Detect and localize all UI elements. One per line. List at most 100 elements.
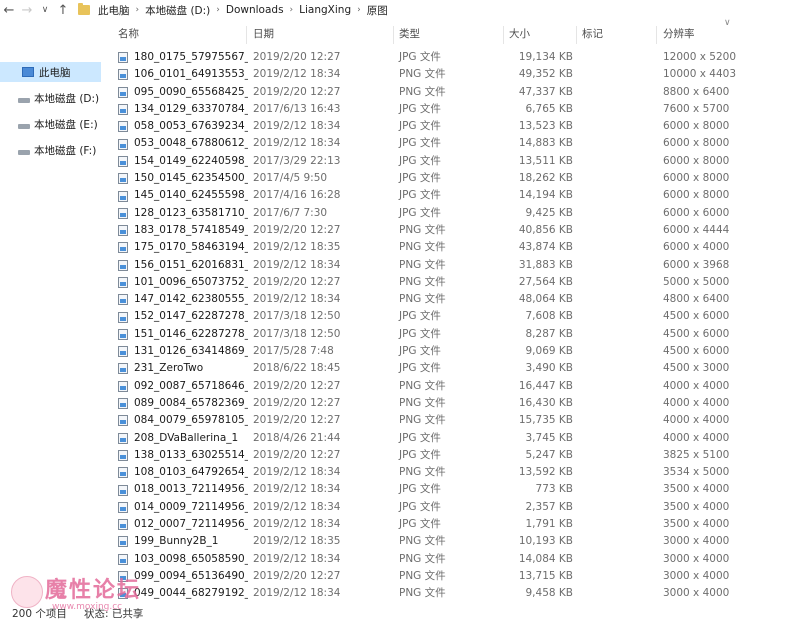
breadcrumb-separator[interactable]: › <box>290 5 294 15</box>
file-size: 27,564 KB <box>518 275 573 288</box>
sidebar-item-drive-f[interactable]: 本地磁盘 (F:) <box>18 140 96 160</box>
file-row[interactable]: 012_0007_72114956_ 2019/2/12 18:34 JPG 文件 1… <box>108 516 800 533</box>
file-row[interactable]: 106_0101_64913553_ 2019/2/12 18:34 PNG 文件 4… <box>108 66 800 83</box>
column-divider[interactable] <box>393 26 394 44</box>
file-row[interactable]: 138_0133_63025514_ 2019/2/20 12:27 JPG 文件 5… <box>108 447 800 464</box>
file-size: 13,523 KB <box>518 120 573 133</box>
column-header-date[interactable]: 日期 <box>253 26 274 42</box>
file-row[interactable]: 156_0151_62016831_ 2019/2/12 18:34 PNG 文件 3… <box>108 257 800 274</box>
breadcrumb-separator[interactable]: › <box>357 5 361 15</box>
file-name: 101_0096_65073752_ <box>134 275 248 288</box>
file-row[interactable]: 154_0149_62240598_ 2017/3/29 22:13 JPG 文件 1… <box>108 153 800 170</box>
file-row[interactable]: 101_0096_65073752_ 2019/2/20 12:27 PNG 文件 2… <box>108 274 800 291</box>
file-name-cell: 108_0103_64792654_ <box>118 464 248 481</box>
file-row[interactable]: 152_0147_62287278_ 2017/3/18 12:50 JPG 文件 7… <box>108 308 800 325</box>
file-row[interactable]: 180_0175_57975567_ 2019/2/20 12:27 JPG 文件 1… <box>108 49 800 66</box>
file-row[interactable]: 049_0044_68279192_ 2019/2/12 18:34 PNG 文件 9… <box>108 585 800 602</box>
sidebar-item-drive-d[interactable]: 本地磁盘 (D:) <box>18 88 99 108</box>
column-divider[interactable] <box>576 26 577 44</box>
file-row[interactable]: 103_0098_65058590_ 2019/2/12 18:34 PNG 文件 1… <box>108 551 800 568</box>
column-header-resolution[interactable]: 分辨率 <box>663 26 695 42</box>
back-arrow-icon: ← <box>3 2 15 18</box>
file-type: JPG 文件 <box>399 310 441 323</box>
column-header-size[interactable]: 大小 <box>509 26 530 42</box>
breadcrumb-item[interactable]: LiangXing <box>299 4 351 16</box>
file-row[interactable]: 084_0079_65978105_ 2019/2/20 12:27 PNG 文件 1… <box>108 412 800 429</box>
image-file-icon <box>118 294 128 306</box>
file-type: JPG 文件 <box>399 172 441 185</box>
sidebar-item-label: 本地磁盘 (F:) <box>34 144 97 157</box>
file-row[interactable]: 095_0090_65568425_ 2019/2/20 12:27 PNG 文件 4… <box>108 84 800 101</box>
drive-icon <box>18 97 30 103</box>
file-row[interactable]: 058_0053_67639234_ 2019/2/12 18:34 JPG 文件 1… <box>108 118 800 135</box>
up-button[interactable]: ↑ <box>54 1 72 19</box>
file-resolution: 6000 x 8000 <box>663 189 730 202</box>
file-row[interactable]: 231_ZeroTwo 2018/6/22 18:45 JPG 文件 3,490 KB… <box>108 360 800 377</box>
file-row[interactable]: 128_0123_63581710_ 2017/6/7 7:30 JPG 文件 9,4… <box>108 205 800 222</box>
breadcrumb-item[interactable]: 原图 <box>367 3 388 18</box>
column-divider[interactable] <box>246 26 247 44</box>
file-name: 084_0079_65978105_ <box>134 414 248 427</box>
file-row[interactable]: 099_0094_65136490_ 2019/2/20 12:27 PNG 文件 1… <box>108 568 800 585</box>
breadcrumb-item[interactable]: 本地磁盘 (D:) <box>145 3 210 18</box>
breadcrumb-separator[interactable]: › <box>216 5 220 15</box>
file-row[interactable]: 150_0145_62354500_ 2017/4/5 9:50 JPG 文件 18,… <box>108 170 800 187</box>
forward-button[interactable]: → <box>18 1 36 19</box>
file-size: 19,134 KB <box>518 51 573 63</box>
breadcrumb-item[interactable]: 此电脑 <box>98 3 130 18</box>
file-name-cell: 175_0170_58463194_ <box>118 239 248 256</box>
file-name: 145_0140_62455598_ <box>134 189 248 202</box>
file-list: 180_0175_57975567_ 2019/2/20 12:27 JPG 文件 1… <box>108 49 800 603</box>
file-row[interactable]: 147_0142_62380555_ 2019/2/12 18:34 PNG 文件 4… <box>108 291 800 308</box>
file-resolution: 4500 x 6000 <box>663 310 730 323</box>
file-row[interactable]: 053_0048_67880612_ 2019/2/12 18:34 JPG 文件 1… <box>108 135 800 152</box>
file-row[interactable]: 089_0084_65782369_ 2019/2/20 12:27 PNG 文件 1… <box>108 395 800 412</box>
recent-locations-button[interactable]: ∨ <box>36 1 54 19</box>
file-date: 2019/2/12 18:34 <box>253 137 341 150</box>
breadcrumb-separator[interactable]: › <box>136 5 140 15</box>
file-name: 108_0103_64792654_ <box>134 466 248 479</box>
file-resolution: 4500 x 6000 <box>663 327 730 340</box>
file-resolution: 6000 x 8000 <box>663 120 730 133</box>
navigation-pane: 此电脑 本地磁盘 (D:) 本地磁盘 (E:) 本地磁盘 (F:) <box>0 20 101 605</box>
file-name: 095_0090_65568425_ <box>134 85 248 98</box>
file-name: 106_0101_64913553_ <box>134 68 248 81</box>
file-name: 053_0048_67880612_ <box>134 137 248 150</box>
file-size: 15,735 KB <box>518 414 573 427</box>
file-name: 152_0147_62287278_ <box>134 310 248 323</box>
file-name-cell: 147_0142_62380555_ <box>118 291 248 308</box>
file-row[interactable]: 018_0013_72114956_ 2019/2/12 18:34 JPG 文件 7… <box>108 481 800 498</box>
file-date: 2017/6/13 16:43 <box>253 102 341 115</box>
forward-arrow-icon: → <box>21 2 33 18</box>
column-divider[interactable] <box>656 26 657 44</box>
file-row[interactable]: 131_0126_63414869_ 2017/5/28 7:48 JPG 文件 9,… <box>108 343 800 360</box>
image-file-icon <box>118 225 128 237</box>
file-row[interactable]: 151_0146_62287278_ 2017/3/18 12:50 JPG 文件 8… <box>108 326 800 343</box>
breadcrumb-item[interactable]: Downloads <box>226 4 284 16</box>
file-row[interactable]: 134_0129_63370784_ 2017/6/13 16:43 JPG 文件 6… <box>108 101 800 118</box>
file-date: 2019/2/12 18:34 <box>253 466 341 479</box>
file-name: 156_0151_62016831_ <box>134 258 248 271</box>
image-file-icon <box>118 259 128 271</box>
column-header-tag[interactable]: 标记 <box>582 26 603 42</box>
image-file-icon <box>118 328 128 340</box>
file-row[interactable]: 145_0140_62455598_ 2017/4/16 16:28 JPG 文件 1… <box>108 187 800 204</box>
file-row[interactable]: 175_0170_58463194_ 2019/2/12 18:35 PNG 文件 4… <box>108 239 800 256</box>
sidebar-item-this-pc[interactable]: 此电脑 <box>0 62 101 82</box>
sidebar-item-drive-e[interactable]: 本地磁盘 (E:) <box>18 114 98 134</box>
file-resolution: 4000 x 4000 <box>663 431 730 444</box>
file-row[interactable]: 108_0103_64792654_ 2019/2/12 18:34 PNG 文件 1… <box>108 464 800 481</box>
column-header-name[interactable]: 名称 <box>118 26 139 42</box>
column-header-type[interactable]: 类型 <box>399 26 420 42</box>
file-size: 14,194 KB <box>518 189 573 202</box>
file-size: 13,592 KB <box>518 466 573 479</box>
file-row[interactable]: 183_0178_57418549_ 2019/2/20 12:27 PNG 文件 4… <box>108 222 800 239</box>
file-row[interactable]: 208_DVaBallerina_1 2018/4/26 21:44 JPG 文件 3… <box>108 430 800 447</box>
column-divider[interactable] <box>503 26 504 44</box>
file-row[interactable]: 092_0087_65718646_ 2019/2/20 12:27 PNG 文件 1… <box>108 378 800 395</box>
file-row[interactable]: 014_0009_72114956_ 2019/2/12 18:34 JPG 文件 2… <box>108 499 800 516</box>
file-date: 2019/2/12 18:34 <box>253 258 341 271</box>
file-name: 012_0007_72114956_ <box>134 518 248 531</box>
back-button[interactable]: ← <box>0 1 18 19</box>
file-row[interactable]: 199_Bunny2B_1 2019/2/12 18:35 PNG 文件 10,193… <box>108 533 800 550</box>
